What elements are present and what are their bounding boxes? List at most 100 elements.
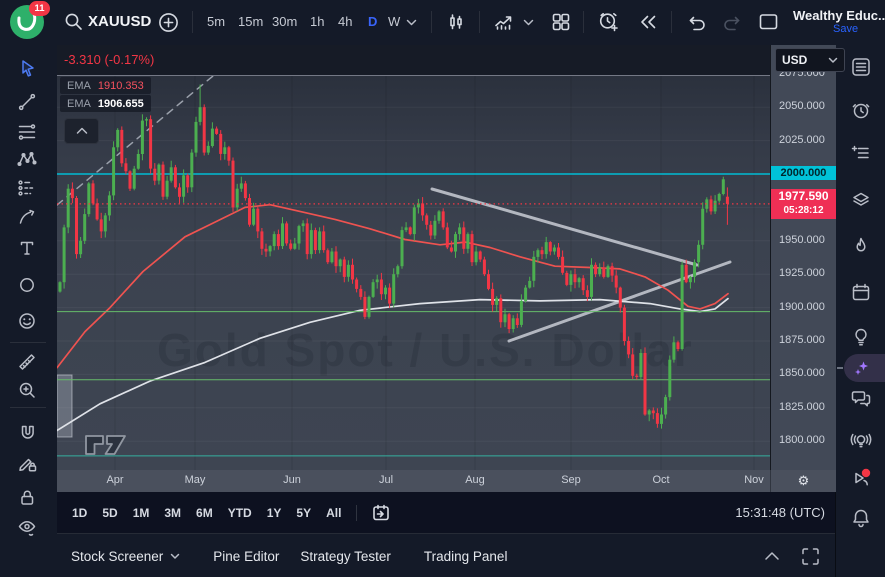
- price-label: 1900.000: [779, 301, 825, 313]
- chart-settings-button[interactable]: ⚙: [770, 470, 836, 492]
- range-3m[interactable]: 3M: [164, 506, 181, 520]
- account-name[interactable]: Wealthy Educ...: [793, 8, 885, 23]
- brush-tool-button[interactable]: [13, 203, 41, 231]
- live-ideas-button[interactable]: [846, 425, 876, 455]
- undo-icon[interactable]: [685, 12, 707, 32]
- text-tool-button[interactable]: [13, 234, 41, 262]
- trading-panel-tab[interactable]: Trading Panel: [424, 549, 508, 564]
- fullscreen-icon[interactable]: [800, 546, 821, 567]
- notes-button[interactable]: [846, 138, 876, 168]
- cursor-tool-button[interactable]: [13, 54, 41, 82]
- toolbar-divider: [10, 407, 46, 408]
- currency-dropdown[interactable]: USD: [775, 48, 845, 72]
- ema-legend-row[interactable]: EMA 1906.655: [60, 95, 151, 112]
- timeframe-1w[interactable]: W: [388, 14, 400, 29]
- symbol-search-button[interactable]: XAUUSD: [88, 13, 151, 30]
- indicators-icon[interactable]: [493, 12, 515, 32]
- notifications-button[interactable]: [846, 503, 876, 533]
- range-6m[interactable]: 6M: [196, 506, 213, 520]
- indicators-menu-chevron-icon[interactable]: [523, 19, 534, 27]
- smiley-icon: [16, 310, 38, 332]
- pattern-tool-button[interactable]: [13, 146, 41, 174]
- pine-editor-tab[interactable]: Pine Editor: [213, 549, 279, 564]
- object-tree-button[interactable]: [846, 185, 876, 215]
- alerts-button[interactable]: [846, 95, 876, 125]
- stream-play-icon: [848, 465, 874, 491]
- toolbar-divider: [431, 11, 432, 33]
- chat-button[interactable]: [846, 383, 876, 413]
- toolbar-divider: [479, 11, 480, 33]
- alert-price-label[interactable]: 2000.000: [771, 166, 836, 180]
- strategy-tester-tab[interactable]: Strategy Tester: [300, 549, 391, 564]
- save-layout-box-icon[interactable]: [758, 12, 780, 32]
- timeframe-30m[interactable]: 30m: [272, 14, 297, 29]
- hide-drawings-button[interactable]: [13, 513, 41, 541]
- range-1m[interactable]: 1M: [133, 506, 150, 520]
- pane-separator[interactable]: [57, 75, 835, 76]
- timeframe-1d[interactable]: D: [368, 14, 377, 29]
- range-5y[interactable]: 5Y: [296, 506, 311, 520]
- search-icon[interactable]: [64, 12, 84, 32]
- month-label: Jul: [379, 474, 393, 486]
- ai-assistant-button[interactable]: [846, 353, 876, 383]
- range-all[interactable]: All: [326, 506, 341, 520]
- calendar-button[interactable]: [846, 277, 876, 307]
- go-to-date-icon[interactable]: [370, 503, 392, 523]
- sidebar-handle[interactable]: [837, 367, 843, 369]
- timeframe-15m[interactable]: 15m: [238, 14, 263, 29]
- hotlists-button[interactable]: [846, 231, 876, 261]
- range-1y[interactable]: 1Y: [267, 506, 282, 520]
- stock-screener-tab[interactable]: Stock Screener: [71, 549, 180, 564]
- timeframe-1h[interactable]: 1h: [310, 14, 324, 29]
- toolbar-divider: [583, 11, 584, 33]
- text-icon: [16, 237, 38, 259]
- price-axis[interactable]: 2075.000 2050.000 2025.000 2000.000 1950…: [770, 45, 836, 470]
- date-axis[interactable]: Apr May Jun Jul Aug Sep Oct Nov: [57, 470, 770, 492]
- lock-drawings-button[interactable]: [13, 483, 41, 511]
- collapse-legend-button[interactable]: [64, 118, 99, 144]
- bar-replay-icon[interactable]: [637, 12, 659, 32]
- chart-style-candles-icon[interactable]: [446, 12, 466, 32]
- range-1d[interactable]: 1D: [72, 506, 87, 520]
- measure-tool-button[interactable]: [13, 348, 41, 376]
- redo-icon[interactable]: [722, 12, 744, 32]
- timeframe-4h[interactable]: 4h: [338, 14, 352, 29]
- forecast-icon: [16, 177, 38, 199]
- timeframe-menu-chevron-icon[interactable]: [406, 19, 417, 27]
- range-divider: [356, 505, 357, 521]
- cursor-icon: [16, 57, 38, 79]
- trend-line-tool-button[interactable]: [13, 88, 41, 116]
- save-button[interactable]: Save: [833, 23, 858, 35]
- server-clock[interactable]: 15:31:48 (UTC): [735, 505, 825, 520]
- indicator-value: 1906.655: [98, 98, 144, 110]
- compare-add-icon[interactable]: [158, 12, 180, 34]
- bar-countdown: 05:28:12: [771, 204, 836, 217]
- range-ytd[interactable]: YTD: [228, 506, 252, 520]
- toolbar-divider: [10, 342, 46, 343]
- month-label: Sep: [561, 474, 581, 486]
- fib-retracement-tool-button[interactable]: [13, 118, 41, 146]
- ideas-button[interactable]: [846, 322, 876, 352]
- chevron-up-icon: [76, 127, 88, 135]
- currency-label: USD: [782, 53, 807, 67]
- create-alert-icon[interactable]: [597, 10, 621, 34]
- price-chart[interactable]: [57, 45, 770, 470]
- circle-shape-icon: [16, 274, 38, 296]
- layout-grid-icon[interactable]: [551, 12, 571, 32]
- magnet-mode-button[interactable]: [13, 419, 41, 447]
- range-5d[interactable]: 5D: [102, 506, 117, 520]
- ema-legend-row[interactable]: EMA 1910.353: [60, 77, 151, 94]
- emoji-tool-button[interactable]: [13, 307, 41, 335]
- watchlist-button[interactable]: [846, 52, 876, 82]
- calendar-icon: [849, 280, 873, 304]
- zoom-in-tool-button[interactable]: [13, 376, 41, 404]
- expand-panel-chevron-icon[interactable]: [764, 551, 780, 561]
- timeframe-5m[interactable]: 5m: [207, 14, 225, 29]
- gear-icon: ⚙: [798, 473, 810, 489]
- chart-plot-area[interactable]: Gold Spot / U.S. Dollar -3.310 (-0.17%) …: [57, 45, 770, 470]
- shapes-tool-button[interactable]: [13, 271, 41, 299]
- tradingview-logo[interactable]: [83, 432, 133, 458]
- forecast-tool-button[interactable]: [13, 174, 41, 202]
- stay-in-drawing-mode-button[interactable]: [13, 449, 41, 477]
- streams-button[interactable]: [846, 463, 876, 493]
